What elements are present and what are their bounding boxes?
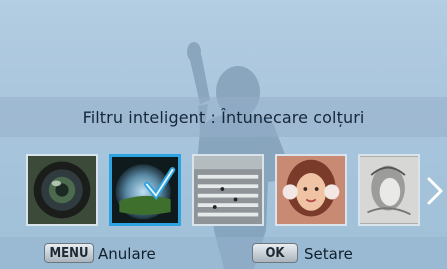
thumb-fisheye[interactable] — [26, 154, 98, 226]
thumb-sketch[interactable] — [358, 154, 420, 226]
thumb-vignette[interactable] — [109, 154, 181, 226]
soft-focus-portrait-icon — [277, 156, 345, 224]
sketch-portrait-icon — [360, 156, 418, 224]
thumb-miniature[interactable] — [192, 154, 264, 226]
filter-title-bar: Filtru inteligent : Întunecare colțuri — [0, 97, 447, 137]
camera-screen: Filtru inteligent : Întunecare colțuri M… — [0, 0, 447, 269]
cancel-label: Anulare — [98, 245, 156, 263]
menu-key[interactable]: MENU — [44, 243, 94, 263]
set-label: Setare — [304, 245, 353, 263]
thumb-soft-focus[interactable] — [275, 154, 347, 226]
footer-bar: MENU Anulare OK Setare — [0, 237, 447, 269]
vignette-filter-icon — [112, 157, 178, 223]
fisheye-lens-icon — [28, 156, 96, 224]
scroll-right-arrow-icon[interactable] — [424, 175, 446, 207]
filter-title: Filtru inteligent : Întunecare colțuri — [82, 107, 365, 127]
miniature-street-icon — [194, 156, 262, 224]
filter-thumbnail-strip — [0, 150, 447, 232]
ok-key[interactable]: OK — [252, 243, 298, 263]
